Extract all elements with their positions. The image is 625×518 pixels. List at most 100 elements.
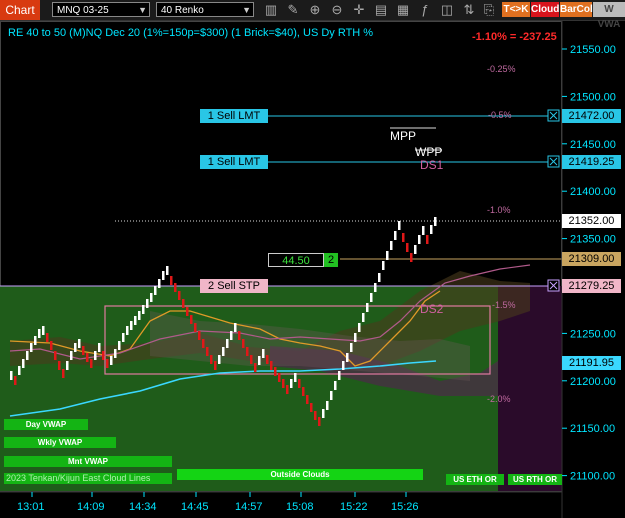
zoom-in-icon[interactable]: ⊕ (306, 1, 324, 19)
position-qty-tag[interactable]: 2 (324, 253, 338, 267)
renko-brick (198, 331, 201, 340)
time-tick-label: 15:22 (340, 501, 368, 513)
crosshair-icon[interactable]: ✛ (350, 1, 368, 19)
close-order-icon[interactable] (547, 279, 560, 292)
renko-brick (98, 343, 101, 352)
footer-label: 2023 Tenkan/Kijun East Cloud Lines (6, 473, 151, 483)
renko-brick (394, 231, 397, 240)
rth-or-bar: US RTH OR (508, 474, 562, 485)
renko-brick (210, 355, 213, 364)
time-tick-label: 14:09 (77, 501, 105, 513)
close-order-icon[interactable] (547, 109, 560, 122)
order-price-marker: 21419.25 (562, 155, 621, 169)
renko-brick (38, 329, 41, 338)
renko-brick (298, 379, 301, 388)
tk-toggle-button[interactable]: T<>K (502, 2, 530, 17)
pct-label: -0.25% (487, 64, 516, 74)
instrument-selector[interactable]: MNQ 03-25 ▼ (52, 2, 150, 17)
renko-brick (334, 381, 337, 390)
ds1-label: DS1 (420, 158, 444, 172)
renko-brick (358, 323, 361, 332)
position-pnl-tag[interactable]: 44.50 (268, 253, 324, 267)
strategies-icon[interactable]: ▦ (394, 1, 412, 19)
chevron-down-icon: ▼ (138, 5, 147, 15)
renko-brick (182, 299, 185, 308)
renko-brick (114, 349, 117, 358)
time-tick-label: 14:34 (129, 501, 157, 513)
renko-brick (290, 379, 293, 388)
renko-brick (246, 347, 249, 356)
renko-brick (218, 355, 221, 364)
drawing-tool-icon[interactable]: ✎ (284, 1, 302, 19)
renko-brick (390, 241, 393, 250)
renko-brick (426, 235, 429, 244)
close-order-icon[interactable] (547, 155, 560, 168)
renko-brick (34, 336, 37, 345)
bar-style-icon[interactable]: ▥ (262, 1, 280, 19)
sell-limit-order-tag[interactable]: 1 Sell LMT (200, 155, 268, 169)
renko-brick (222, 347, 225, 356)
templates-icon[interactable]: ◫ (438, 1, 456, 19)
vwap-toggle-button[interactable]: W VWA (593, 2, 625, 30)
sell-limit-order-tag[interactable]: 1 Sell LMT (200, 109, 268, 123)
properties-icon[interactable]: ▤ (372, 1, 390, 19)
renko-brick (250, 355, 253, 364)
renko-brick (414, 245, 417, 254)
time-axis: 13:01 14:09 14:34 14:45 14:57 15:08 15:22 15:26 (17, 492, 419, 513)
renko-brick (318, 417, 321, 426)
monthly-vwap-bar: Mnt VWAP (4, 456, 172, 467)
share-icon[interactable]: ⎘ (480, 1, 498, 19)
renko-brick (382, 261, 385, 270)
price-tick-label: 21200.00 (570, 376, 616, 388)
renko-brick (330, 391, 333, 400)
order-price-marker: 21472.00 (562, 109, 621, 123)
renko-brick (74, 343, 77, 352)
indicators-icon[interactable]: ƒ (416, 1, 434, 19)
renko-brick (386, 251, 389, 260)
renko-brick (90, 359, 93, 368)
pct-label: -0.5% (488, 110, 512, 120)
chart-panel[interactable]: 21550.00 21500.00 21450.00 21400.00 21350.00… (0, 21, 625, 518)
renko-brick (146, 299, 149, 308)
renko-brick (430, 225, 433, 234)
renko-brick (150, 293, 153, 302)
cloud-toggle-button[interactable]: Cloud (531, 2, 559, 17)
renko-brick (406, 243, 409, 252)
renko-brick (134, 316, 137, 325)
renko-brick (342, 361, 345, 370)
renko-brick (310, 403, 313, 412)
barcol-toggle-button[interactable]: BarCol (560, 2, 593, 17)
renko-brick (234, 323, 237, 332)
renko-brick (162, 271, 165, 280)
chart-trader-icon[interactable]: ⇅ (460, 1, 478, 19)
zoom-out-icon[interactable]: ⊖ (328, 1, 346, 19)
price-tick-label: 21150.00 (570, 423, 615, 435)
renko-brick (370, 293, 373, 302)
sell-stop-order-tag[interactable]: 2 Sell STP (200, 279, 268, 293)
renko-brick (170, 276, 173, 285)
chart-title-tab[interactable]: Chart (0, 0, 40, 20)
pct-label: -1.5% (492, 300, 516, 310)
renko-brick (302, 387, 305, 396)
renko-brick (42, 326, 45, 335)
renko-brick (214, 361, 217, 370)
outside-clouds-bar: Outside Clouds (177, 469, 423, 480)
renko-brick (418, 235, 421, 244)
renko-brick (194, 323, 197, 332)
price-tick-label: 21100.00 (570, 471, 615, 483)
stop-price-marker: 21279.25 (562, 279, 621, 293)
price-tick-label: 21350.00 (570, 234, 616, 246)
renko-brick (50, 341, 53, 350)
renko-brick (106, 359, 109, 368)
last-price-marker: 21352.00 (562, 214, 621, 228)
renko-brick (262, 349, 265, 358)
renko-brick (354, 333, 357, 342)
renko-brick (190, 315, 193, 324)
bar-type-selector[interactable]: 40 Renko ▼ (156, 2, 254, 17)
renko-brick (30, 343, 33, 352)
renko-brick (362, 313, 365, 322)
bar-type-value: 40 Renko (161, 5, 204, 16)
renko-brick (62, 369, 65, 378)
position-price-marker: 21309.00 (562, 252, 621, 266)
time-tick-label: 14:57 (235, 501, 263, 513)
